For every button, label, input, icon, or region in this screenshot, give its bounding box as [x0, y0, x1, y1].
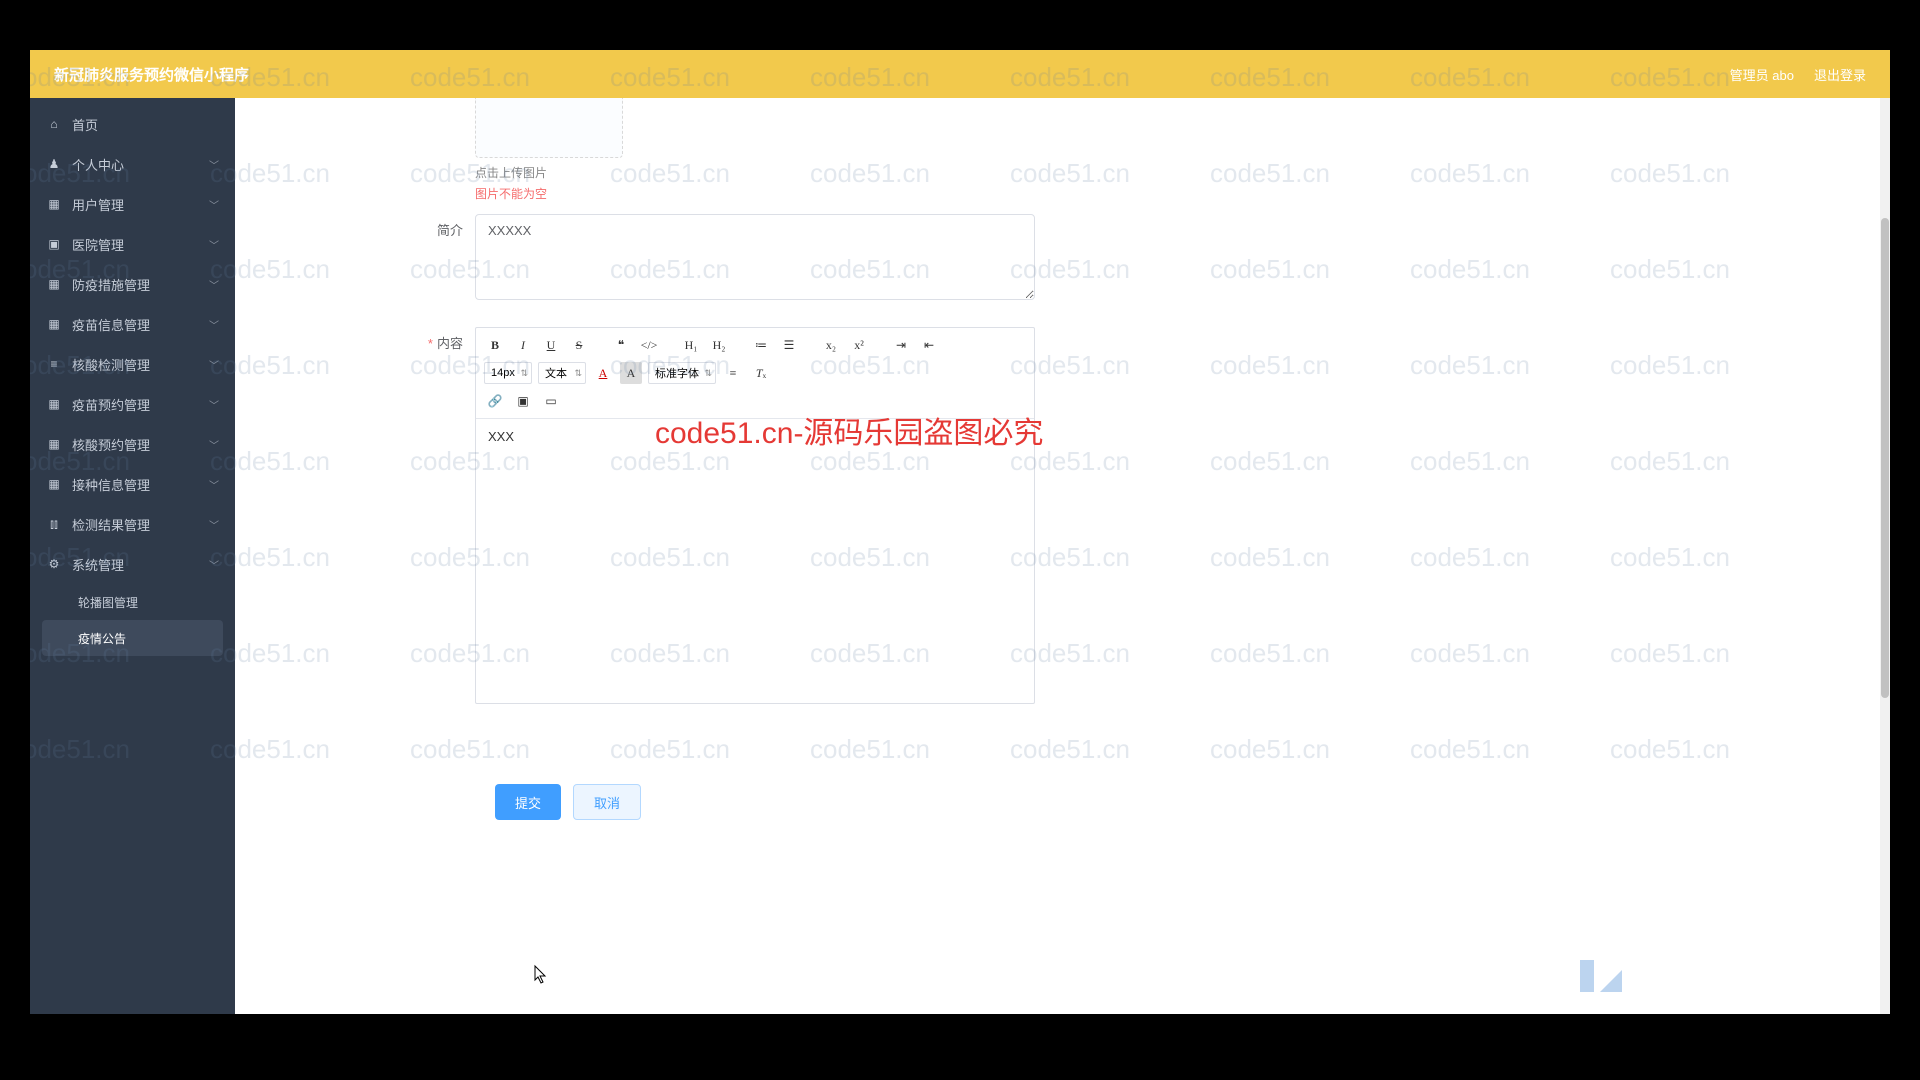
home-icon: ⌂: [46, 116, 62, 132]
sidebar-item-label: 核酸预约管理: [72, 435, 150, 454]
chevron-down-icon: ﹀: [209, 357, 219, 372]
sidebar-item-label: 核酸检测管理: [72, 355, 150, 374]
editor-toolbar: B I U S ❝ </> H₁ H₂ ≔ ☰: [476, 328, 1034, 419]
chevron-down-icon: ﹀: [209, 197, 219, 212]
sidebar-item-hospital[interactable]: ▣ 医院管理 ﹀: [30, 224, 235, 264]
chevron-down-icon: ﹀: [209, 157, 219, 172]
quote-icon[interactable]: ❝: [610, 334, 632, 356]
code-icon[interactable]: </>: [638, 334, 660, 356]
grid-icon: ▦: [46, 396, 62, 412]
sidebar-item-label: 个人中心: [72, 155, 124, 174]
outdent-icon[interactable]: ⇤: [918, 334, 940, 356]
app-title: 新冠肺炎服务预约微信小程序: [54, 64, 249, 85]
subscript-icon[interactable]: x₂: [820, 334, 842, 356]
sidebar-item-label: 用户管理: [72, 195, 124, 214]
sidebar-item-home[interactable]: ⌂ 首页: [30, 104, 235, 144]
h1-icon[interactable]: H₁: [680, 334, 702, 356]
sidebar-item-nucleic-appt[interactable]: ▦ 核酸预约管理 ﹀: [30, 424, 235, 464]
video-icon[interactable]: ▭: [540, 390, 562, 412]
clear-format-icon[interactable]: Tₓ: [750, 362, 772, 384]
chevron-down-icon: ﹀: [209, 237, 219, 252]
sidebar-item-label: 系统管理: [72, 555, 124, 574]
scrollbar-thumb[interactable]: [1881, 218, 1889, 698]
sidebar-item-prevention[interactable]: ▦ 防疫措施管理 ﹀: [30, 264, 235, 304]
user-icon: ♟: [46, 156, 62, 172]
chevron-down-icon: ﹀: [209, 557, 219, 572]
sidebar-sub-carousel[interactable]: 轮播图管理: [30, 584, 235, 620]
sidebar-item-label: 接种信息管理: [72, 475, 150, 494]
ordered-list-icon[interactable]: ≔: [750, 334, 772, 356]
sidebar-item-label: 疫苗预约管理: [72, 395, 150, 414]
logout-link[interactable]: 退出登录: [1814, 65, 1866, 84]
briefcase-icon: ▣: [46, 236, 62, 252]
image-icon[interactable]: ▣: [512, 390, 534, 412]
admin-label[interactable]: 管理员 abo: [1730, 65, 1794, 84]
bg-color-icon[interactable]: A: [620, 362, 642, 384]
list-icon: ≡: [46, 356, 62, 372]
sidebar-item-label: 检测结果管理: [72, 515, 150, 534]
italic-icon[interactable]: I: [512, 334, 534, 356]
font-family-select[interactable]: 标准字体: [648, 362, 716, 384]
strikethrough-icon[interactable]: S: [568, 334, 590, 356]
upload-error: 图片不能为空: [475, 185, 623, 202]
sidebar-item-label: 防疫措施管理: [72, 275, 150, 294]
font-size-select[interactable]: 14px: [484, 362, 532, 384]
image-upload-box[interactable]: [475, 98, 623, 158]
intro-label: 简介: [235, 214, 475, 303]
sidebar-item-system[interactable]: ⚙ 系统管理 ﹀: [30, 544, 235, 584]
chevron-down-icon: ﹀: [209, 437, 219, 452]
header-bar: 新冠肺炎服务预约微信小程序 管理员 abo 退出登录: [30, 50, 1890, 98]
scrollbar[interactable]: [1880, 98, 1890, 1014]
sidebar: ⌂ 首页 ♟ 个人中心 ﹀ ▦ 用户管理 ﹀ ▣ 医院管理 ﹀ ▦ 防疫措施管理: [30, 98, 235, 1014]
gear-icon: ⚙: [46, 556, 62, 572]
chevron-down-icon: ﹀: [209, 277, 219, 292]
submit-button[interactable]: 提交: [495, 784, 561, 820]
sidebar-item-personal[interactable]: ♟ 个人中心 ﹀: [30, 144, 235, 184]
chevron-down-icon: ﹀: [209, 517, 219, 532]
sidebar-item-nucleic-test[interactable]: ≡ 核酸检测管理 ﹀: [30, 344, 235, 384]
underline-icon[interactable]: U: [540, 334, 562, 356]
intro-textarea[interactable]: [475, 214, 1035, 300]
link-icon[interactable]: 🔗: [484, 390, 506, 412]
sidebar-item-user-mgmt[interactable]: ▦ 用户管理 ﹀: [30, 184, 235, 224]
grid-icon: ▦: [46, 196, 62, 212]
content-area: 点击上传图片 图片不能为空 简介 内容 B I U: [235, 98, 1890, 1014]
text-color-icon[interactable]: A: [592, 362, 614, 384]
bold-icon[interactable]: B: [484, 334, 506, 356]
h2-icon[interactable]: H₂: [708, 334, 730, 356]
sidebar-item-label: 轮播图管理: [78, 594, 138, 611]
align-icon[interactable]: ≡: [722, 362, 744, 384]
sidebar-item-label: 疫苗信息管理: [72, 315, 150, 334]
sidebar-sub-announcement[interactable]: 疫情公告: [42, 620, 223, 656]
grid-icon: ▦: [46, 276, 62, 292]
cursor-icon: [532, 964, 550, 986]
sidebar-item-label: 医院管理: [72, 235, 124, 254]
chevron-down-icon: ﹀: [209, 317, 219, 332]
unordered-list-icon[interactable]: ☰: [778, 334, 800, 356]
sidebar-item-vaccine-info[interactable]: ▦ 疫苗信息管理 ﹀: [30, 304, 235, 344]
sidebar-item-label: 首页: [72, 115, 98, 134]
superscript-icon[interactable]: x²: [848, 334, 870, 356]
sidebar-item-label: 疫情公告: [78, 630, 126, 647]
grid-icon: ▦: [46, 316, 62, 332]
sidebar-item-vaccine-appt[interactable]: ▦ 疫苗预约管理 ﹀: [30, 384, 235, 424]
decorative-shape: [1570, 952, 1630, 1002]
chevron-down-icon: ﹀: [209, 397, 219, 412]
rich-text-editor: B I U S ❝ </> H₁ H₂ ≔ ☰: [475, 327, 1035, 704]
sidebar-item-test-result[interactable]: ⫾⫾ 检测结果管理 ﹀: [30, 504, 235, 544]
block-format-select[interactable]: 文本: [538, 362, 586, 384]
sidebar-item-vaccination-info[interactable]: ▦ 接种信息管理 ﹀: [30, 464, 235, 504]
chart-icon: ⫾⫾: [46, 516, 62, 532]
chevron-down-icon: ﹀: [209, 477, 219, 492]
grid-icon: ▦: [46, 476, 62, 492]
indent-icon[interactable]: ⇥: [890, 334, 912, 356]
grid-icon: ▦: [46, 436, 62, 452]
upload-hint: 点击上传图片: [475, 164, 623, 181]
editor-content[interactable]: XXX: [476, 419, 1034, 703]
content-label: 内容: [235, 327, 475, 704]
cancel-button[interactable]: 取消: [573, 784, 641, 820]
app-window: 新冠肺炎服务预约微信小程序 管理员 abo 退出登录 ⌂ 首页 ♟ 个人中心 ﹀…: [30, 50, 1890, 1014]
